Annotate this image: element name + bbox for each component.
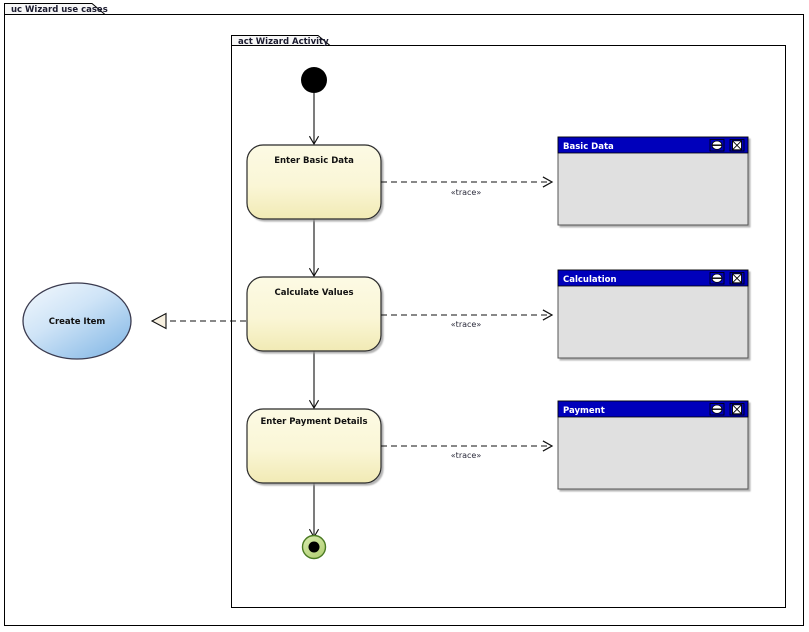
trace-label: «trace»: [451, 320, 482, 329]
activity-node-enter-basic-data[interactable]: Enter Basic Data: [246, 144, 382, 220]
minimize-icon[interactable]: [709, 139, 725, 152]
screen-basic-data[interactable]: Basic Data: [557, 136, 749, 226]
activity-label: Enter Payment Details: [260, 417, 367, 427]
use-case-label: Create Item: [49, 317, 106, 327]
trace-label: «trace»: [451, 188, 482, 197]
activity-label: Enter Basic Data: [274, 156, 354, 166]
outer-frame-label: uc Wizard use cases: [11, 5, 108, 15]
initial-node[interactable]: [301, 67, 327, 93]
activity-label: Calculate Values: [274, 288, 353, 298]
trace-label: «trace»: [451, 451, 482, 460]
screen-title: Calculation: [563, 275, 617, 285]
use-case-create-item[interactable]: Create Item: [22, 282, 132, 360]
uml-diagram: uc Wizard use cases act Wizard Activity …: [4, 3, 804, 626]
initial-node-circle: [301, 67, 327, 93]
diagram-canvas: uc Wizard use cases act Wizard Activity …: [0, 0, 809, 632]
minimize-icon[interactable]: [709, 272, 725, 285]
activity-frame-label: act Wizard Activity: [238, 37, 329, 47]
screen-payment[interactable]: Payment: [557, 400, 749, 490]
activity-node-calculate-values[interactable]: Calculate Values: [246, 276, 382, 352]
minimize-icon[interactable]: [709, 403, 725, 416]
close-icon[interactable]: [729, 272, 745, 285]
close-icon[interactable]: [729, 139, 745, 152]
final-node-core: [308, 541, 320, 553]
close-icon[interactable]: [729, 403, 745, 416]
activity-node-enter-payment-details[interactable]: Enter Payment Details: [246, 408, 382, 484]
screen-title: Payment: [563, 406, 605, 416]
screen-title: Basic Data: [563, 142, 614, 152]
activity-final-node[interactable]: [301, 534, 327, 560]
screen-calculation[interactable]: Calculation: [557, 269, 749, 359]
